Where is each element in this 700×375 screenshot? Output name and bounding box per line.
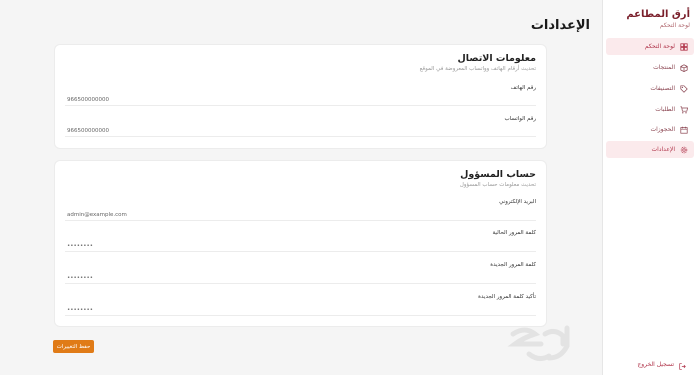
brand: أرق المطاعم لوحة التحكم: [626, 9, 690, 30]
logout-button[interactable]: تسجيل الخروج: [637, 355, 686, 374]
confirm-password-field[interactable]: ••••••••: [65, 305, 536, 316]
phone-label: رقم الهاتف: [510, 85, 536, 91]
brand-subtitle: لوحة التحكم: [659, 22, 690, 29]
calendar-icon: [680, 126, 688, 134]
sidebar-item-label: الإعدادات: [651, 146, 675, 153]
new-password-field[interactable]: ••••••••: [65, 273, 536, 284]
logout-label: تسجيل الخروج: [637, 361, 674, 368]
sidebar-item-reservations[interactable]: الحجوزات: [606, 121, 694, 138]
sidebar-item-label: الطلبات: [655, 106, 675, 113]
save-changes-button[interactable]: حفظ التغييرات: [53, 340, 94, 353]
phone-field[interactable]: 966500000000: [65, 95, 536, 106]
new-password-label: كلمة المرور الجديدة: [490, 262, 536, 268]
dashboard-icon: [680, 42, 688, 51]
confirm-password-label: تأكيد كلمة المرور الجديدة: [478, 294, 536, 300]
sidebar-item-dashboard[interactable]: لوحة التحكم: [606, 38, 694, 55]
logout-icon: [679, 355, 686, 374]
sidebar-item-label: التصنيفات: [650, 85, 675, 92]
gear-icon: [680, 146, 688, 154]
sidebar-item-orders[interactable]: الطلبات: [606, 101, 694, 118]
sidebar-item-label: الحجوزات: [650, 126, 675, 133]
current-password-label: كلمة المرور الحالية: [492, 230, 536, 236]
sidebar-item-label: المنتجات: [653, 64, 675, 71]
email-label: البريد الإلكتروني: [499, 199, 536, 205]
cart-icon: [680, 105, 688, 114]
contact-info-card: معلومات الاتصال تحديث أرقام الهاتف وواتس…: [55, 45, 546, 148]
sidebar-item-products[interactable]: المنتجات: [606, 59, 694, 76]
sidebar-item-label: لوحة التحكم: [644, 43, 675, 50]
brand-title: أرق المطاعم: [626, 9, 690, 20]
page-title: الإعدادات: [530, 18, 590, 33]
whatsapp-field[interactable]: 966500000000: [65, 126, 536, 137]
tag-icon: [680, 84, 688, 93]
sidebar: أرق المطاعم لوحة التحكم لوحة التحكم المن…: [602, 0, 700, 375]
email-field[interactable]: admin@example.com: [65, 210, 536, 221]
haraj-watermark-logo: [507, 325, 570, 362]
current-password-field[interactable]: ••••••••: [65, 241, 536, 252]
whatsapp-label: رقم الواتساب: [504, 116, 536, 122]
box-icon: [680, 63, 688, 72]
card-subtitle: تحديث أرقام الهاتف وواتساب المعروضة في ا…: [419, 66, 536, 72]
card-title: معلومات الاتصال: [457, 53, 536, 64]
card-title: حساب المسؤول: [460, 169, 536, 180]
card-subtitle: تحديث معلومات حساب المسؤول: [459, 182, 536, 188]
sidebar-item-categories[interactable]: التصنيفات: [606, 80, 694, 97]
sidebar-item-settings[interactable]: الإعدادات: [606, 141, 694, 158]
admin-account-card: حساب المسؤول تحديث معلومات حساب المسؤول …: [55, 161, 546, 326]
